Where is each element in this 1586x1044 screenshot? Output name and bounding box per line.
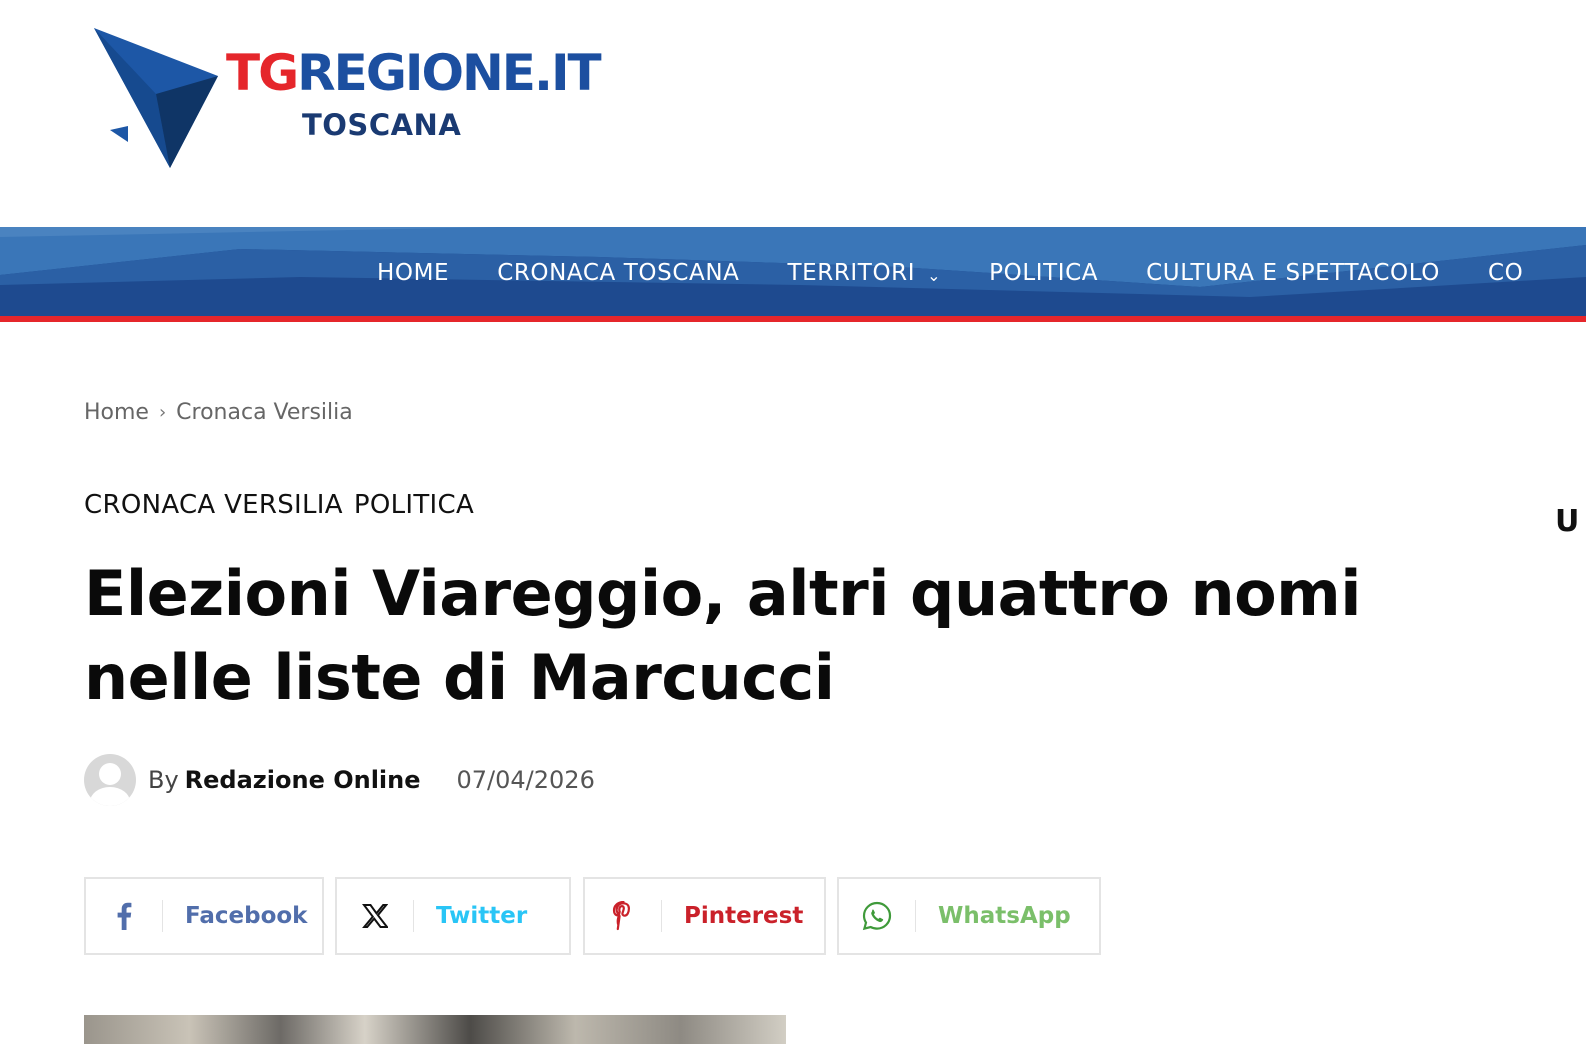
whatsapp-icon <box>839 900 915 932</box>
nav-item-label: CO <box>1488 260 1524 286</box>
nav-item-home[interactable]: HOME <box>377 260 449 286</box>
nav-item-politica[interactable]: POLITICA <box>989 260 1098 286</box>
share-whatsapp-button[interactable]: WhatsApp <box>837 877 1101 955</box>
nav-item-cultura-e-spettacolo[interactable]: CULTURA E SPETTACOLO <box>1146 260 1440 286</box>
category-tag-politica[interactable]: POLITICA <box>354 490 474 520</box>
nav-item-label: CULTURA E SPETTACOLO <box>1146 260 1441 286</box>
article-title: Elezioni Viareggio, altri quattro nomi n… <box>84 557 1362 714</box>
category-tag-cronaca-versilia[interactable]: CRONACA VERSILIA <box>84 490 343 520</box>
category-tags: CRONACA VERSILIA POLITICA <box>84 490 485 520</box>
page: TGREGIONE.IT TOSCANA HOME CRONACA TOSCAN… <box>0 0 1586 1044</box>
logo-triangle-icon <box>94 28 218 168</box>
breadcrumb-home-link[interactable]: Home <box>84 400 149 425</box>
x-icon <box>337 903 413 929</box>
facebook-icon <box>86 902 162 930</box>
nav-item-territori[interactable]: TERRITORI ⌄ <box>787 260 941 286</box>
share-whatsapp-label: WhatsApp <box>938 903 1071 929</box>
article-meta: By Redazione Online 07/04/2026 <box>84 754 595 806</box>
nav-item-label: CRONACA TOSCANA <box>497 260 740 286</box>
logo-brand-text: TGREGIONE.IT <box>226 48 602 98</box>
share-twitter-label: Twitter <box>436 903 528 929</box>
chevron-down-icon: ⌄ <box>927 265 942 285</box>
nav-menu: HOME CRONACA TOSCANA TERRITORI ⌄ POLITICA… <box>377 227 1571 319</box>
pinterest-icon <box>585 901 661 931</box>
share-facebook-button[interactable]: Facebook <box>84 877 324 955</box>
main-navigation: HOME CRONACA TOSCANA TERRITORI ⌄ POLITICA… <box>0 227 1586 322</box>
logo-region-text: TOSCANA <box>302 108 462 142</box>
nav-item-cronaca-toscana[interactable]: CRONACA TOSCANA <box>497 260 739 286</box>
breadcrumb: Home › Cronaca Versilia <box>84 400 353 425</box>
site-logo[interactable]: TGREGIONE.IT TOSCANA <box>92 26 652 176</box>
avatar-head-shape <box>99 763 121 785</box>
nav-item-label: HOME <box>377 260 450 286</box>
share-facebook-label: Facebook <box>185 903 308 929</box>
nav-item-label: POLITICA <box>989 260 1099 286</box>
author-name-link[interactable]: Redazione Online <box>185 766 421 794</box>
nav-item-truncated[interactable]: CO <box>1488 260 1523 286</box>
author-avatar[interactable] <box>84 754 136 806</box>
logo-brand-tg: TG <box>226 44 299 102</box>
share-twitter-button[interactable]: Twitter <box>335 877 571 955</box>
share-pinterest-button[interactable]: Pinterest <box>583 877 826 955</box>
logo-brand-rest: REGIONE.IT <box>297 44 602 102</box>
article-featured-image <box>84 1015 786 1044</box>
nav-item-label: TERRITORI <box>787 260 916 286</box>
sidebar-cutoff-text: U <box>1555 504 1580 539</box>
breadcrumb-separator: › <box>158 402 167 423</box>
share-pinterest-label: Pinterest <box>684 903 804 929</box>
breadcrumb-current-link[interactable]: Cronaca Versilia <box>176 400 353 425</box>
navbar-underline <box>0 316 1586 322</box>
avatar-body-shape <box>90 787 130 806</box>
author-by-label: By <box>148 766 179 794</box>
article-date: 07/04/2026 <box>456 766 595 794</box>
